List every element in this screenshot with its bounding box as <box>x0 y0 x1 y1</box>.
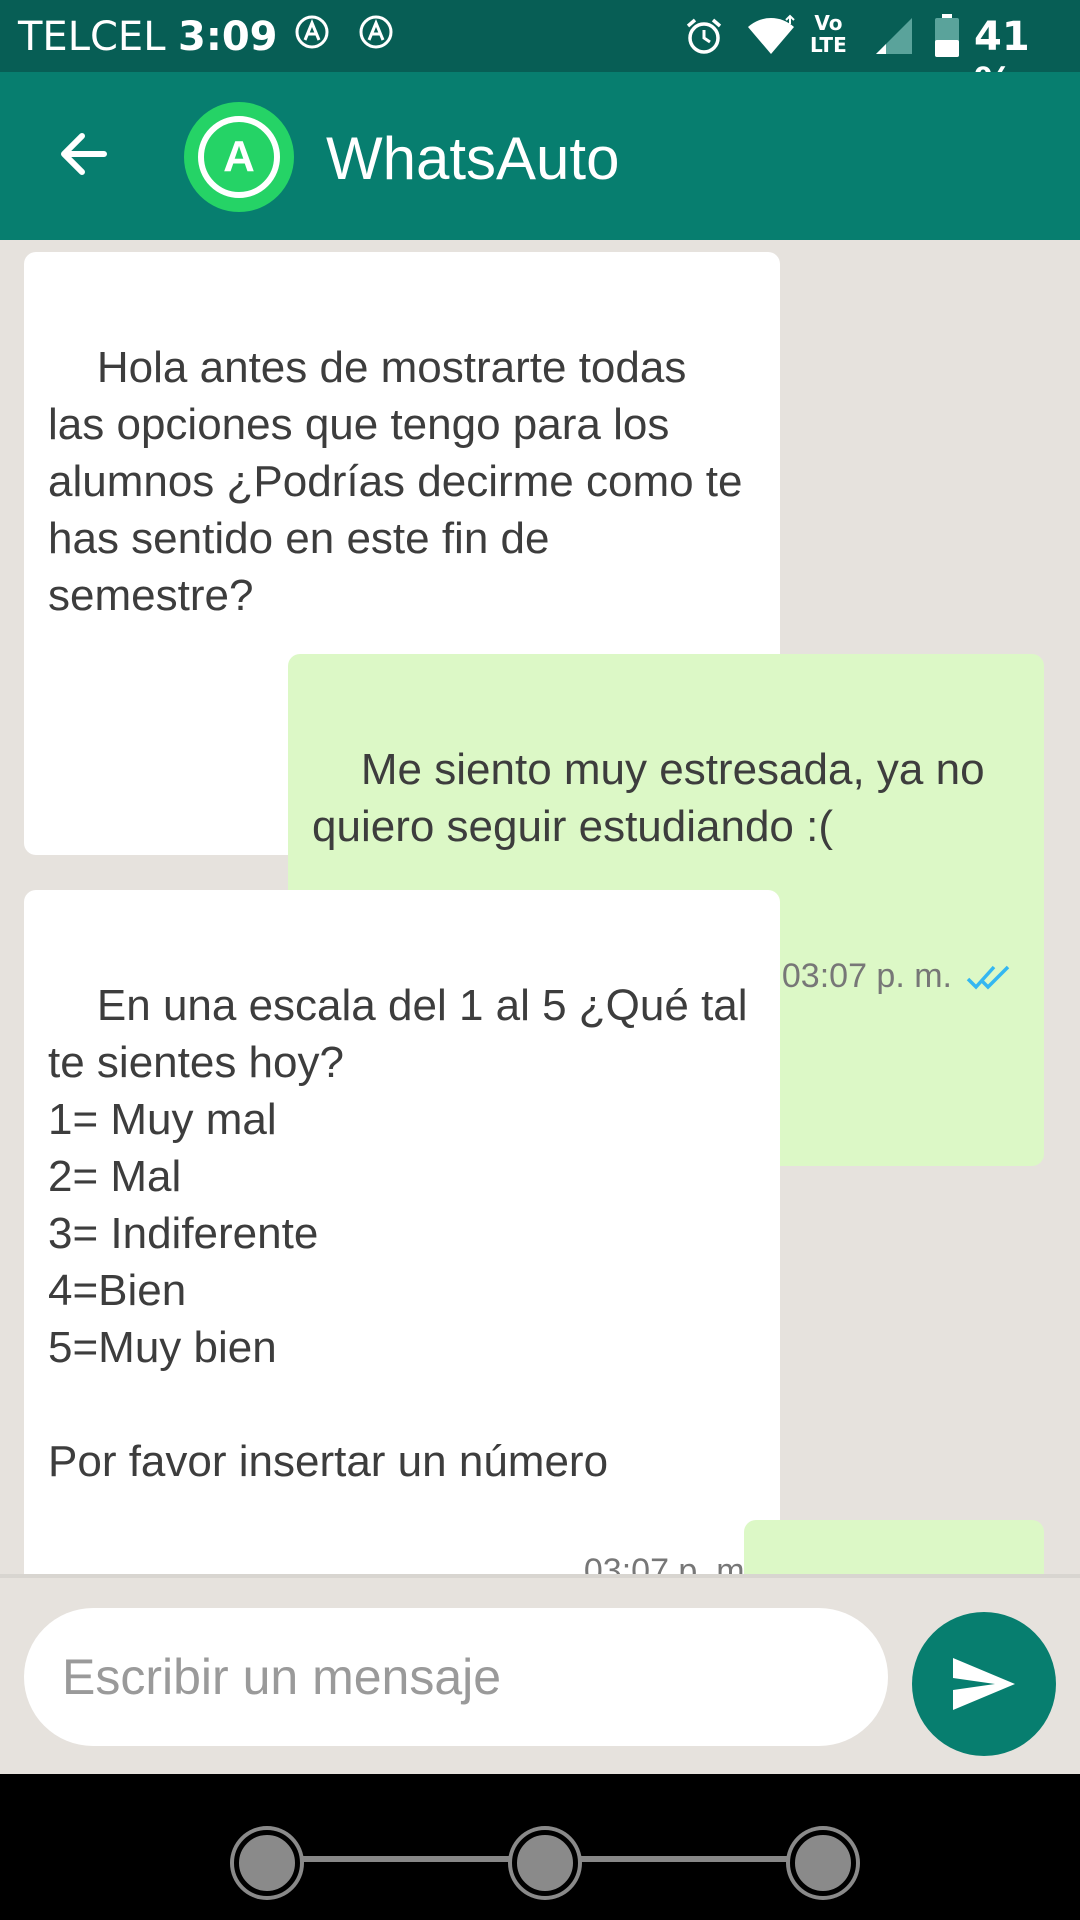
volte-indicator: Vo LTE <box>810 12 847 56</box>
message-incoming: En una escala del 1 al 5 ¿Qué tal te sie… <box>24 890 780 1574</box>
nav-back-button[interactable] <box>234 1830 300 1896</box>
message-text: Hola antes de mostrarte todas las opcion… <box>48 343 755 620</box>
wifi-icon <box>748 14 795 54</box>
chat-title[interactable]: WhatsAuto <box>326 124 619 193</box>
signal-icon <box>876 18 912 54</box>
battery-icon <box>935 14 959 57</box>
system-nav-bar <box>0 1774 1080 1920</box>
alarm-icon <box>686 18 722 54</box>
message-outgoing-partial: 2 <box>744 1520 1044 1574</box>
clock: 3:09 <box>178 14 278 60</box>
nav-home-button[interactable] <box>512 1830 578 1896</box>
chat-messages[interactable]: Hola antes de mostrarte todas las opcion… <box>0 240 1080 1574</box>
send-icon <box>953 1658 1015 1710</box>
avatar[interactable]: A <box>184 102 294 212</box>
carrier-name: TELCEL <box>18 14 166 60</box>
app-bar: A WhatsAuto <box>0 72 1080 240</box>
nav-recents-button[interactable] <box>790 1830 856 1896</box>
auto-notification-icon <box>359 15 393 49</box>
message-composer <box>0 1574 1080 1774</box>
message-input[interactable] <box>24 1608 888 1746</box>
double-check-icon <box>966 965 1010 990</box>
volte-bottom: LTE <box>810 33 847 57</box>
back-arrow-icon[interactable] <box>52 122 116 186</box>
send-button[interactable] <box>912 1612 1056 1756</box>
auto-notification-icon <box>295 15 329 49</box>
message-text: Me siento muy estresada, ya no quiero se… <box>312 745 997 851</box>
message-time: 03:07 p. m. <box>781 957 952 995</box>
status-bar: TELCEL 3:09 Vo LTE 41 % <box>0 0 1080 106</box>
volte-top: Vo <box>814 11 843 35</box>
message-time: 03:07 p. m. <box>583 1552 754 1574</box>
avatar-letter: A <box>198 116 280 198</box>
message-text: En una escala del 1 al 5 ¿Qué tal te sie… <box>48 981 748 1486</box>
